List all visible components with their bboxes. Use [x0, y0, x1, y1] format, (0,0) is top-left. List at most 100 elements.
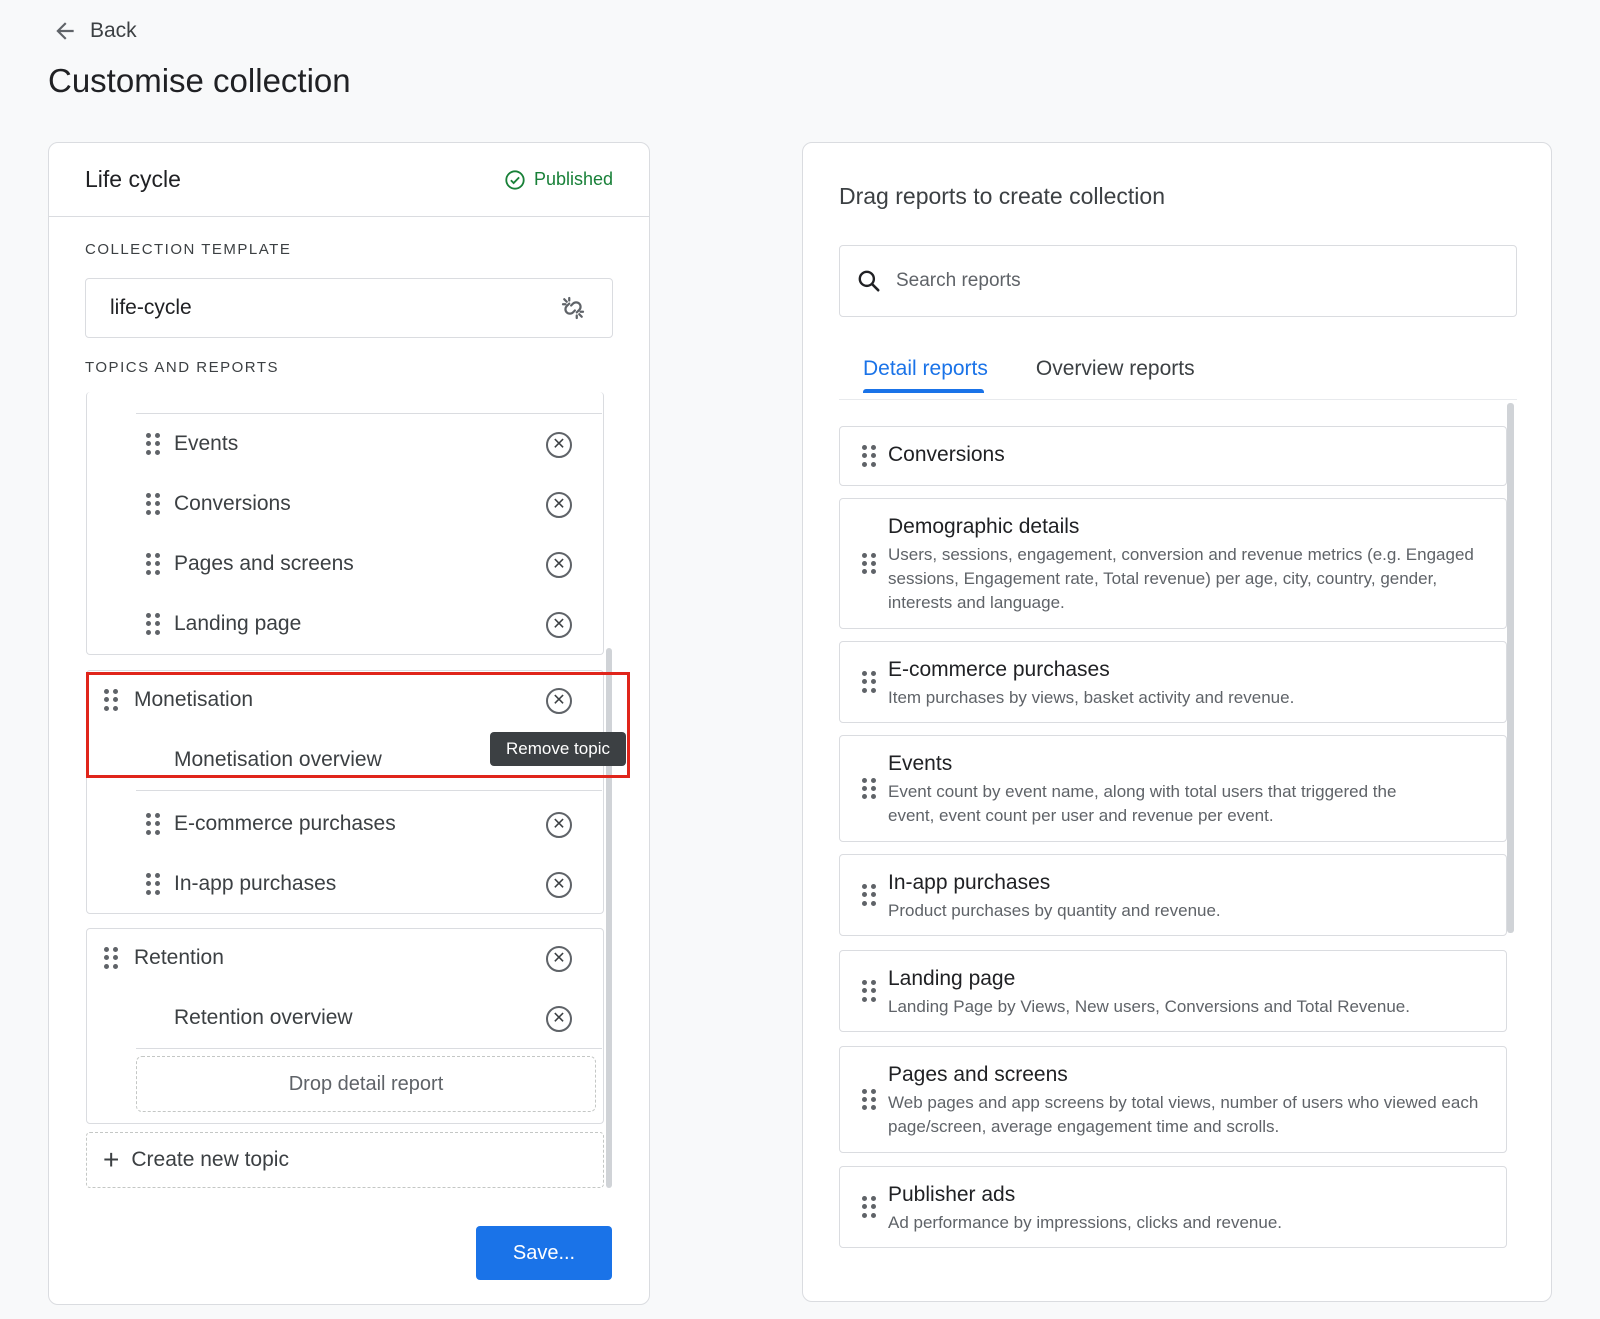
collection-name: Life cycle: [85, 166, 181, 192]
remove-report-icon[interactable]: ✕: [546, 1006, 572, 1032]
remove-report-icon[interactable]: ✕: [546, 432, 572, 458]
report-label: In-app purchases: [174, 872, 337, 895]
drag-handle-icon[interactable]: [146, 433, 160, 455]
drag-handle-icon[interactable]: [862, 671, 876, 693]
report-label: Retention overview: [174, 1006, 353, 1029]
report-title: Publisher ads: [888, 1183, 1016, 1206]
panel-title: Drag reports to create collection: [839, 183, 1165, 209]
report-description: Product purchases by quantity and revenu…: [888, 901, 1221, 920]
drag-handle-icon[interactable]: [862, 1088, 876, 1111]
report-description: Item purchases by views, basket activity…: [888, 688, 1295, 707]
report-row-landing-page[interactable]: Landing page: [146, 612, 301, 636]
remove-topic-icon[interactable]: ✕: [546, 946, 572, 972]
report-row-monetisation-overview[interactable]: Monetisation overview: [174, 748, 382, 772]
report-title: Conversions: [888, 443, 1005, 466]
report-library-panel: Drag reports to create collection Detail…: [802, 142, 1552, 1302]
drop-zone[interactable]: Drop detail report: [136, 1056, 596, 1112]
remove-report-icon[interactable]: ✕: [546, 492, 572, 518]
drag-handle-icon[interactable]: [146, 613, 160, 635]
drag-handle-icon[interactable]: [104, 689, 118, 711]
drag-handle-icon[interactable]: [146, 493, 160, 515]
drag-handle-icon[interactable]: [862, 445, 876, 467]
report-card-in-app-purchases[interactable]: In-app purchases Product purchases by qu…: [839, 854, 1507, 936]
create-topic-button[interactable]: + Create new topic: [86, 1132, 604, 1188]
tab-overview-reports[interactable]: Overview reports: [1036, 357, 1195, 393]
report-card-pages-and-screens[interactable]: Pages and screens Web pages and app scre…: [839, 1046, 1507, 1153]
report-description: Web pages and app screens by total views…: [888, 1093, 1479, 1136]
topic-label: Retention: [134, 946, 224, 969]
report-card-ecommerce-purchases[interactable]: E-commerce purchases Item purchases by v…: [839, 641, 1507, 723]
report-card-events[interactable]: Events Event count by event name, along …: [839, 735, 1507, 842]
divider: [136, 790, 602, 791]
search-box[interactable]: [839, 245, 1517, 317]
remove-report-icon[interactable]: ✕: [546, 812, 572, 838]
topics-scrollbar[interactable]: [606, 648, 612, 1188]
report-card-demographic-details[interactable]: Demographic details Users, sessions, eng…: [839, 498, 1507, 629]
report-label: Events: [174, 432, 239, 455]
topic-row-retention[interactable]: Retention: [104, 946, 224, 970]
drag-handle-icon[interactable]: [862, 777, 876, 800]
arrow-left-icon: [56, 22, 74, 40]
drag-handle-icon[interactable]: [146, 813, 160, 835]
remove-topic-icon[interactable]: ✕: [546, 688, 572, 714]
divider: [136, 1048, 602, 1049]
report-title: E-commerce purchases: [888, 658, 1110, 681]
search-input[interactable]: [896, 270, 1456, 292]
back-link[interactable]: Back: [52, 18, 137, 44]
drag-handle-icon[interactable]: [862, 1196, 876, 1218]
check-circle-icon: [505, 169, 525, 190]
report-row-ecommerce-purchases[interactable]: E-commerce purchases: [146, 812, 396, 836]
save-button[interactable]: Save...: [476, 1226, 612, 1280]
drag-handle-icon[interactable]: [146, 553, 160, 575]
tab-detail-reports[interactable]: Detail reports: [863, 357, 988, 393]
topics-reports-label: TOPICS AND REPORTS: [85, 359, 279, 376]
reports-scrollbar[interactable]: [1507, 403, 1514, 933]
report-label: Landing page: [174, 612, 302, 635]
report-label: Conversions: [174, 492, 291, 515]
report-row-events[interactable]: Events: [146, 432, 238, 456]
collection-template-label: COLLECTION TEMPLATE: [85, 241, 292, 258]
report-row-in-app-purchases[interactable]: In-app purchases: [146, 872, 336, 896]
report-label: E-commerce purchases: [174, 812, 396, 835]
plus-icon: +: [103, 1144, 120, 1175]
status-text: Published: [533, 169, 613, 189]
remove-topic-tooltip: Remove topic: [490, 732, 626, 766]
tabs-divider: [839, 399, 1517, 400]
report-card-landing-page[interactable]: Landing page Landing Page by Views, New …: [839, 950, 1507, 1032]
search-icon: [858, 270, 880, 292]
report-description: Landing Page by Views, New users, Conver…: [888, 997, 1410, 1016]
drag-handle-icon[interactable]: [862, 884, 876, 906]
report-row-pages-and-screens[interactable]: Pages and screens: [146, 552, 354, 576]
drag-handle-icon[interactable]: [104, 947, 118, 969]
drag-handle-icon[interactable]: [862, 980, 876, 1002]
page-title: Customise collection: [48, 62, 351, 99]
report-title: Demographic details: [888, 515, 1080, 538]
back-label: Back: [90, 19, 137, 42]
remove-report-icon[interactable]: ✕: [546, 872, 572, 898]
remove-report-icon[interactable]: ✕: [546, 612, 572, 638]
topic-label: Monetisation: [134, 688, 254, 711]
report-title: Pages and screens: [888, 1063, 1068, 1086]
report-row-conversions[interactable]: Conversions: [146, 492, 291, 516]
template-field[interactable]: life-cycle: [85, 278, 613, 338]
remove-report-icon[interactable]: ✕: [546, 552, 572, 578]
report-title: In-app purchases: [888, 871, 1051, 894]
report-description: Ad performance by impressions, clicks an…: [888, 1213, 1283, 1232]
report-title: Events: [888, 752, 953, 775]
report-description: Event count by event name, along with to…: [888, 782, 1397, 825]
report-description: Users, sessions, engagement, conversion …: [888, 545, 1474, 612]
collection-header: Life cycle Published: [49, 143, 649, 217]
report-card-publisher-ads[interactable]: Publisher ads Ad performance by impressi…: [839, 1166, 1507, 1248]
topic-row-monetisation[interactable]: Monetisation: [104, 688, 253, 712]
template-value: life-cycle: [110, 296, 192, 319]
drag-handle-icon[interactable]: [146, 873, 160, 895]
drag-handle-icon[interactable]: [862, 552, 876, 575]
report-row-retention-overview[interactable]: Retention overview: [174, 1006, 353, 1030]
unlink-icon[interactable]: [558, 293, 588, 323]
report-title: Landing page: [888, 967, 1016, 990]
report-label: Pages and screens: [174, 552, 354, 575]
report-label: Monetisation overview: [174, 748, 382, 771]
divider: [136, 413, 602, 414]
create-topic-label: Create new topic: [131, 1148, 289, 1171]
report-card-conversions[interactable]: Conversions: [839, 426, 1507, 486]
